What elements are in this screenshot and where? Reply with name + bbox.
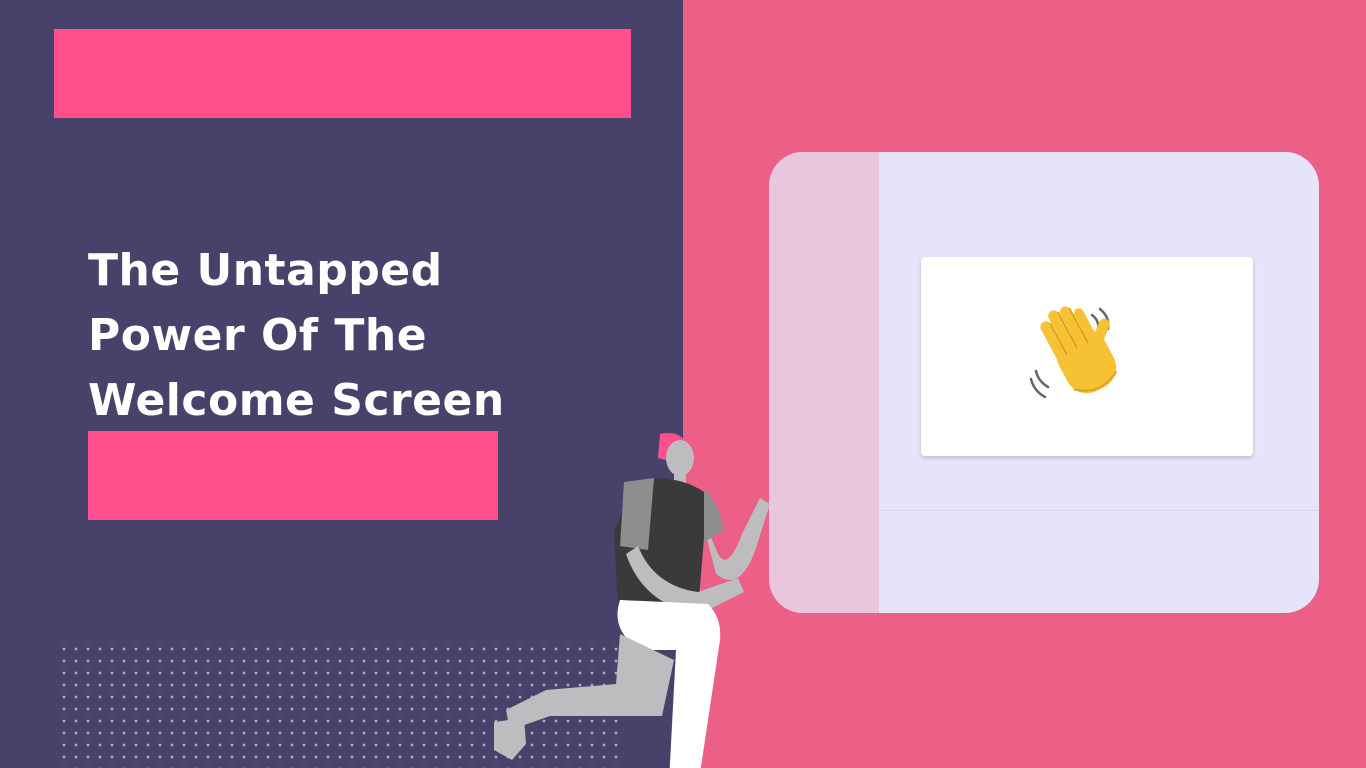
headline: The Untapped Power Of The Welcome Screen	[88, 238, 608, 433]
mock-sidebar	[769, 152, 879, 613]
headline-line-3: Welcome Screen	[88, 375, 505, 426]
mock-app-window	[769, 152, 1319, 613]
accent-bar-top	[54, 29, 631, 118]
waving-hand-icon	[1030, 306, 1118, 399]
accent-bar-bottom	[88, 431, 498, 520]
kneeling-person-illustration	[494, 433, 770, 768]
welcome-card	[921, 257, 1253, 456]
mock-divider	[879, 510, 1319, 511]
headline-line-2: Power Of The	[88, 310, 428, 361]
headline-line-1: The Untapped	[88, 245, 443, 296]
